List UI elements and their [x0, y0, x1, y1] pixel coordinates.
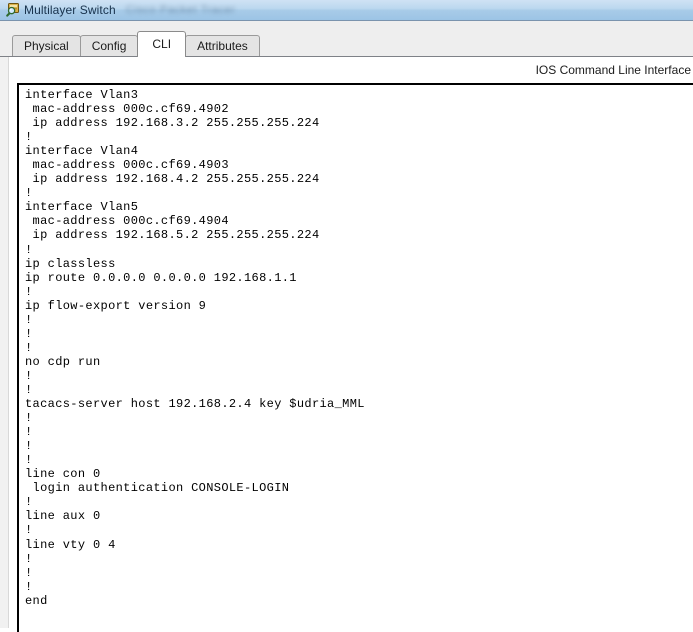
cli-console-inner: interface Vlan3 mac-address 000c.cf69.49…	[19, 85, 693, 632]
window-left-edge	[0, 57, 9, 628]
tab-attributes[interactable]: Attributes	[185, 35, 260, 57]
cli-console[interactable]: interface Vlan3 mac-address 000c.cf69.49…	[17, 83, 693, 632]
cli-output-text: interface Vlan3 mac-address 000c.cf69.49…	[25, 88, 365, 608]
tab-cli[interactable]: CLI	[137, 31, 187, 57]
window-title: Multilayer Switch	[24, 3, 116, 17]
window-titlebar: Multilayer Switch Cisco Packet Tracer	[0, 0, 693, 21]
ios-command-line-label: IOS Command Line Interface	[535, 63, 691, 77]
titlebar-background-text: Cisco Packet Tracer	[125, 4, 236, 16]
tab-config[interactable]: Config	[79, 35, 139, 57]
tab-list: Physical Config CLI Attributes	[12, 29, 260, 57]
multilayer-switch-window: Multilayer Switch Cisco Packet Tracer Ph…	[0, 0, 693, 632]
cli-tab-content: IOS Command Line Interface interface Vla…	[0, 57, 693, 632]
tab-bar: Physical Config CLI Attributes	[0, 21, 693, 57]
tab-physical[interactable]: Physical	[12, 35, 81, 57]
switch-device-icon	[4, 2, 20, 18]
